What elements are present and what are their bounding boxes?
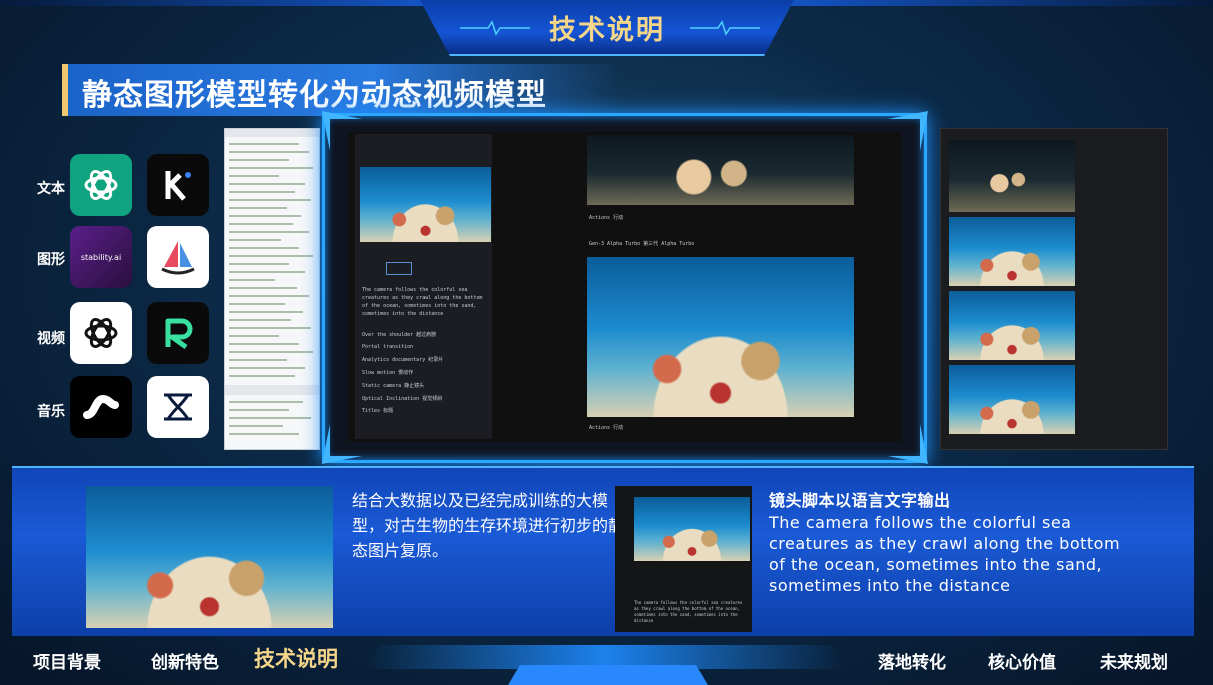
category-label-music: 音乐 — [37, 404, 65, 420]
kimi-logo-icon — [147, 154, 209, 216]
corner-bracket-icon — [888, 111, 928, 151]
video-preview-main[interactable] — [587, 257, 854, 417]
openai-logo-icon — [70, 302, 132, 364]
option-item[interactable]: Slow motion 慢动作 — [362, 369, 413, 376]
option-item[interactable]: Portal transition — [362, 344, 413, 350]
sailboat-logo-icon — [147, 226, 209, 288]
option-item[interactable]: Static camera 静止镜头 — [362, 382, 424, 389]
section-subtitle: 静态图形模型转化为动态视频模型 — [82, 78, 547, 113]
wave-logo-icon — [147, 376, 209, 438]
code-editor-panel — [224, 128, 320, 450]
pulse-line-icon — [460, 20, 530, 36]
suno-logo-icon — [70, 376, 132, 438]
input-image-thumbnail[interactable] — [360, 167, 491, 242]
nav-center-tab — [508, 665, 708, 685]
nav-tech-description[interactable]: 技术说明 — [254, 643, 338, 673]
corner-bracket-icon — [888, 424, 928, 464]
nav-core-value[interactable]: 核心价值 — [988, 648, 1056, 673]
video-preview-top[interactable] — [587, 135, 854, 205]
pulse-line-icon — [690, 20, 760, 36]
script-english: The camera follows the colorful sea crea… — [769, 513, 1121, 595]
openai-logo-icon — [70, 154, 132, 216]
nav-project-background[interactable]: 项目背景 — [33, 648, 101, 673]
history-thumb[interactable] — [949, 291, 1075, 360]
option-item[interactable]: Optical Inclination 视觉倾斜 — [362, 395, 442, 402]
mini-image — [634, 497, 750, 561]
nav-future-plan[interactable]: 未来规划 — [1100, 648, 1168, 673]
model-label: Gen-3 Alpha Turbo 第三代 Alpha Turbo — [589, 241, 695, 247]
option-item[interactable]: Over the shoulder 越过肩膀 — [362, 331, 436, 338]
category-label-text: 文本 — [37, 181, 65, 197]
option-item[interactable]: Analytics documentary 纪录片 — [362, 356, 443, 363]
nav-innovation[interactable]: 创新特色 — [151, 648, 219, 673]
history-thumb[interactable] — [949, 365, 1075, 434]
prompt-caption: The camera follows the colorful sea crea… — [362, 287, 483, 317]
stability-ai-logo-icon: stability.ai — [70, 226, 132, 288]
corner-bracket-icon — [322, 424, 362, 464]
script-heading: 镜头脚本以语言文字输出 — [769, 491, 951, 510]
reconstruction-image — [86, 486, 333, 628]
category-label-image: 图形 — [37, 252, 65, 268]
option-item[interactable]: Titles 标题 — [362, 407, 393, 414]
nav-implementation[interactable]: 落地转化 — [878, 648, 946, 673]
corner-bracket-icon — [322, 111, 362, 151]
mini-caption: The camera follows the colorful sea crea… — [634, 600, 743, 623]
actions-label[interactable]: Actions 行动 — [589, 424, 623, 431]
runway-logo-icon — [147, 302, 209, 364]
selected-thumb[interactable] — [386, 262, 412, 275]
category-label-video: 视频 — [37, 331, 65, 347]
history-thumb[interactable] — [949, 217, 1075, 286]
reconstruction-description: 结合大数据以及已经完成训练的大模型，对古生物的生存环境进行初步的静态图片复原。 — [352, 491, 625, 560]
actions-label[interactable]: Actions 行动 — [589, 214, 623, 221]
history-thumb[interactable] — [949, 140, 1075, 212]
